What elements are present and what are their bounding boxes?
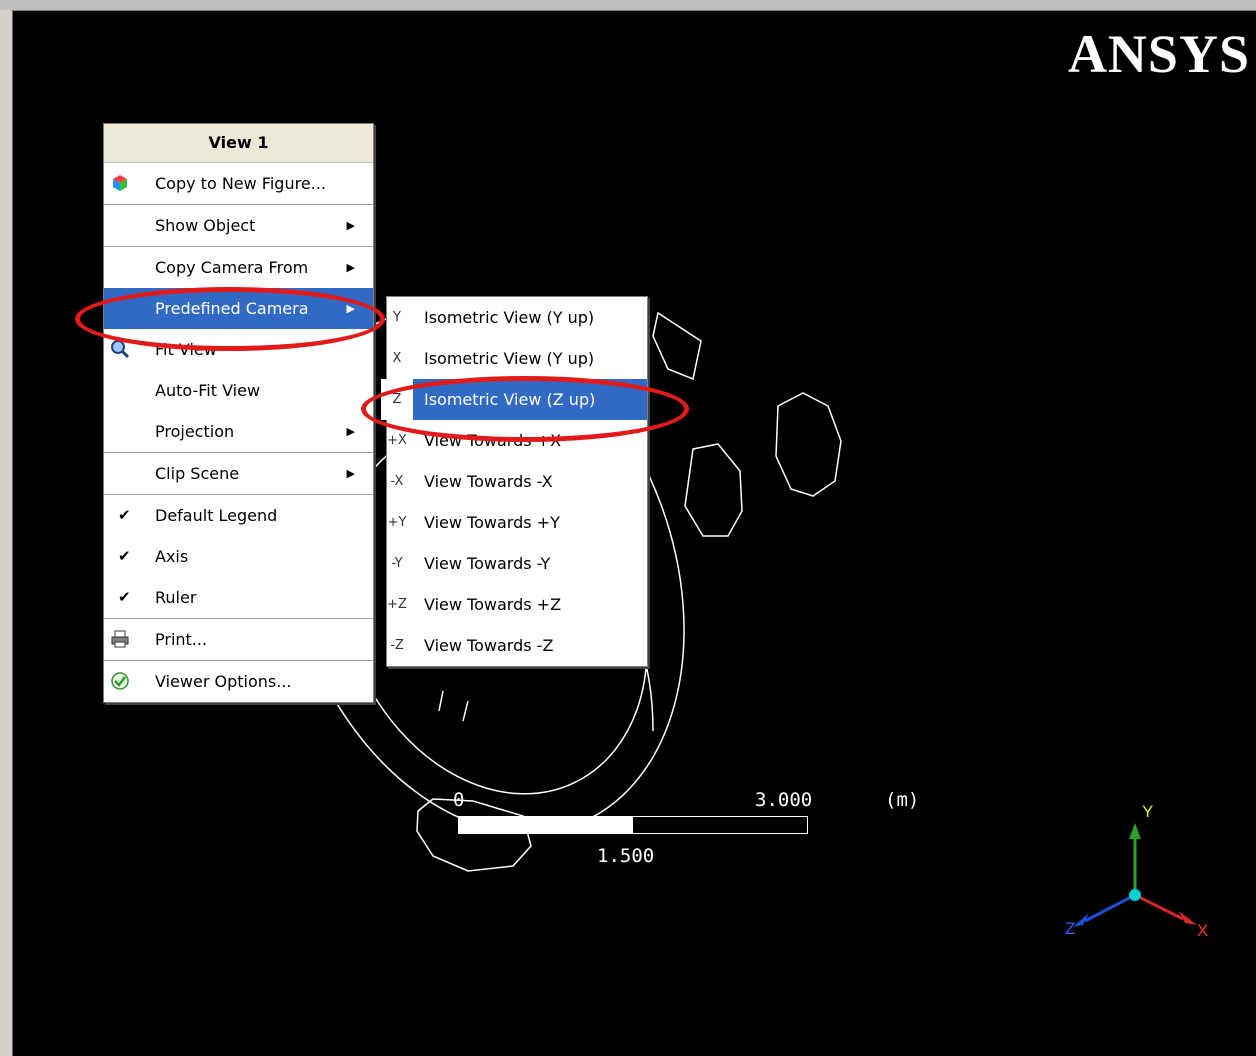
menu-item-label: Axis: [155, 547, 189, 566]
submenu-item-view-towards-pos-z[interactable]: +Z View Towards +Z: [387, 584, 647, 625]
checkmark-icon: ✔: [118, 547, 131, 565]
annotation-circle: [361, 376, 689, 442]
submenu-item-isometric-y-up[interactable]: Y Isometric View (Y up): [387, 297, 647, 338]
menu-item-auto-fit-view[interactable]: Auto-Fit View: [104, 370, 373, 411]
menu-item-print[interactable]: Print...: [104, 618, 373, 660]
submenu-item-label: Isometric View (Y up): [424, 308, 595, 327]
window-title-bar: [0, 0, 1256, 11]
checkmark-icon: ✔: [118, 506, 131, 524]
menu-item-label: Viewer Options...: [155, 672, 292, 691]
submenu-arrow-icon: ▶: [346, 261, 355, 274]
printer-icon: [111, 630, 129, 648]
menu-item-label: Auto-Fit View: [155, 381, 261, 400]
submenu-item-label: View Towards -X: [424, 472, 553, 491]
submenu-item-view-towards-neg-z[interactable]: -Z View Towards -Z: [387, 625, 647, 666]
submenu-item-isometric-x-up[interactable]: X Isometric View (Y up): [387, 338, 647, 379]
view-direction-icon: +Z: [387, 597, 407, 612]
context-menu: View 1 Copy to New Figure... Show Object…: [103, 123, 374, 703]
menu-item-clip-scene[interactable]: Clip Scene ▶: [104, 452, 373, 494]
menu-item-copy-camera-from[interactable]: Copy Camera From ▶: [104, 246, 373, 288]
3d-viewer[interactable]: ANSYS View 1 Copy to New Figure... Show …: [13, 11, 1256, 1056]
view-direction-icon: -Y: [391, 556, 403, 571]
menu-item-label: Ruler: [155, 588, 197, 607]
menu-item-projection[interactable]: Projection ▶: [104, 411, 373, 452]
submenu-item-label: View Towards +Z: [424, 595, 562, 614]
isometric-axes-icon: X: [392, 351, 402, 366]
cube-icon: [113, 175, 127, 191]
predefined-camera-submenu: Y Isometric View (Y up) X Isometric View…: [381, 296, 648, 667]
ruler-mid-label: 1.500: [597, 845, 655, 867]
menu-item-label: Copy Camera From: [155, 258, 309, 277]
ruler-bar: [458, 816, 808, 834]
menu-item-label: Copy to New Figure...: [155, 174, 326, 193]
submenu-item-label: View Towards +Y: [424, 513, 560, 532]
menu-item-label: Clip Scene: [155, 464, 240, 483]
menu-item-label: Default Legend: [155, 506, 278, 525]
context-menu-title: View 1: [104, 124, 373, 163]
left-panel-edge: [0, 10, 13, 1056]
submenu-item-view-towards-neg-y[interactable]: -Y View Towards -Y: [387, 543, 647, 584]
menu-item-label: Print...: [155, 630, 208, 649]
ruler-start-label: 0: [453, 789, 465, 811]
view-direction-icon: +Y: [387, 515, 407, 530]
ruler-unit-label: (m): [885, 789, 920, 811]
submenu-item-label: View Towards -Z: [424, 636, 554, 655]
checkmark-icon: ✔: [118, 588, 131, 606]
menu-item-label: Show Object: [155, 216, 256, 235]
submenu-item-label: View Towards -Y: [424, 554, 551, 573]
submenu-item-view-towards-pos-y[interactable]: +Y View Towards +Y: [387, 502, 647, 543]
menu-item-copy-to-new-figure[interactable]: Copy to New Figure...: [104, 163, 373, 204]
annotation-circle: [75, 287, 385, 351]
options-check-icon: [111, 672, 129, 690]
submenu-arrow-icon: ▶: [346, 425, 355, 438]
menu-item-viewer-options[interactable]: Viewer Options...: [104, 660, 373, 702]
view-direction-icon: -Z: [390, 638, 404, 653]
submenu-item-label: Isometric View (Y up): [424, 349, 595, 368]
submenu-arrow-icon: ▶: [346, 219, 355, 232]
isometric-axes-icon: Y: [393, 310, 401, 325]
menu-item-default-legend[interactable]: ✔ Default Legend: [104, 494, 373, 536]
menu-item-ruler[interactable]: ✔ Ruler: [104, 577, 373, 618]
menu-item-show-object[interactable]: Show Object ▶: [104, 204, 373, 246]
submenu-arrow-icon: ▶: [346, 467, 355, 480]
ruler-end-label: 3.000: [755, 789, 813, 811]
menu-item-label: Projection: [155, 422, 235, 441]
menu-item-axis[interactable]: ✔ Axis: [104, 536, 373, 577]
submenu-item-view-towards-neg-x[interactable]: -X View Towards -X: [387, 461, 647, 502]
view-direction-icon: -X: [390, 474, 404, 489]
